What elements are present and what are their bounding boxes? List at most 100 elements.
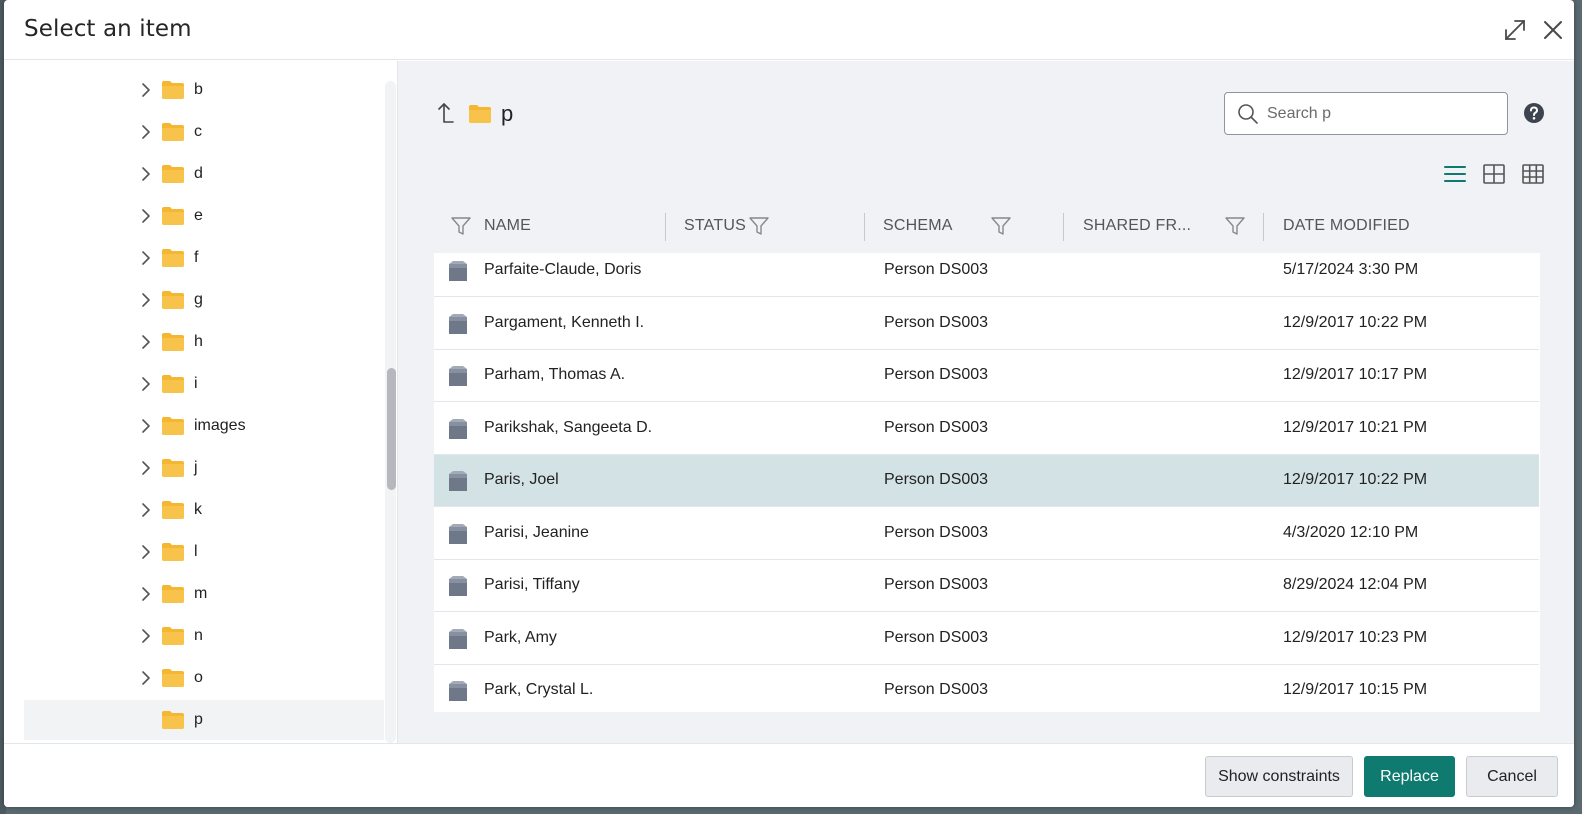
table-row[interactable]: Park, Crystal L. Person DS003 12/9/2017 10… (434, 665, 1539, 712)
tree-item-label: g (194, 291, 203, 308)
cell-schema: Person DS003 (884, 418, 989, 436)
column-header-schema[interactable]: SCHEMA (883, 205, 953, 247)
folder-icon (162, 459, 184, 477)
tree-item[interactable]: g (24, 280, 384, 320)
tree-item[interactable]: b (24, 70, 384, 110)
tree-item-label: b (194, 81, 203, 98)
dialog-title: Select an item (24, 16, 192, 42)
table-row[interactable]: Paris, Joel Person DS003 12/9/2017 10:22 P… (434, 455, 1539, 507)
chevron-right-icon[interactable] (138, 334, 154, 350)
column-header-shared-from[interactable]: SHARED FR... (1083, 205, 1191, 247)
search-box[interactable] (1224, 92, 1508, 135)
column-header-status[interactable]: STATUS (684, 205, 746, 247)
folder-icon (162, 669, 184, 687)
tree-item[interactable]: l (24, 532, 384, 572)
filter-icon[interactable] (990, 215, 1012, 237)
tree-item-label: e (194, 207, 203, 224)
item-icon (449, 261, 467, 281)
chevron-right-icon[interactable] (138, 208, 154, 224)
table-row[interactable]: Park, Amy Person DS003 12/9/2017 10:23 PM (434, 612, 1539, 665)
tree-item-label: n (194, 627, 203, 644)
chevron-right-icon[interactable] (138, 502, 154, 518)
chevron-right-icon[interactable] (138, 250, 154, 266)
search-input[interactable] (1267, 102, 1497, 126)
tree-item-label: d (194, 165, 203, 182)
chevron-right-icon[interactable] (138, 544, 154, 560)
tree-item[interactable]: e (24, 196, 384, 236)
cell-schema: Person DS003 (884, 681, 989, 698)
chevron-right-icon[interactable] (138, 670, 154, 686)
filter-icon[interactable] (450, 215, 472, 237)
cell-schema: Person DS003 (884, 576, 989, 593)
tree-item-label: i (194, 375, 198, 392)
tree-item[interactable]: m (24, 574, 384, 614)
cell-date-modified: 8/29/2024 12:04 PM (1283, 576, 1428, 593)
folder-icon (162, 165, 184, 183)
tile-view-icon[interactable] (1481, 161, 1507, 187)
table-row[interactable]: Pargament, Kenneth I. Person DS003 12/9/20… (434, 297, 1539, 350)
chevron-right-icon[interactable] (138, 586, 154, 602)
cell-name: Pargament, Kenneth I. (484, 313, 645, 331)
cell-date-modified: 12/9/2017 10:17 PM (1283, 366, 1428, 383)
cell-schema: Person DS003 (884, 313, 989, 331)
chevron-right-icon[interactable] (138, 292, 154, 308)
column-divider[interactable] (1063, 213, 1064, 241)
folder-icon (162, 207, 184, 225)
tree-item[interactable]: j (24, 448, 384, 488)
close-icon[interactable] (1540, 17, 1566, 43)
item-browser: p NAME STATUS (398, 61, 1574, 743)
folder-icon (162, 249, 184, 267)
column-divider[interactable] (665, 213, 666, 241)
chevron-right-icon[interactable] (138, 82, 154, 98)
filter-icon[interactable] (1224, 215, 1246, 237)
tree-item[interactable]: k (24, 490, 384, 530)
list-view-icon[interactable] (1442, 161, 1468, 187)
table-row[interactable]: Parisi, Tiffany Person DS003 8/29/2024 12:… (434, 560, 1539, 612)
tree-item[interactable]: n (24, 616, 384, 656)
help-icon[interactable] (1523, 102, 1545, 124)
select-item-dialog: Select an item b c d e f g h i images j k l m n o p (4, 0, 1574, 807)
column-header-name[interactable]: NAME (484, 205, 531, 247)
folder-icon (162, 543, 184, 561)
tree-item[interactable]: d (24, 154, 384, 194)
dialog-footer: Show constraints Replace Cancel (4, 743, 1574, 807)
expand-icon[interactable] (1502, 17, 1528, 43)
cell-name: Park, Amy (484, 628, 557, 646)
table-row[interactable]: Parikshak, Sangeeta D. Person DS003 12/9/2… (434, 402, 1539, 455)
table-row[interactable]: Parfaite-Claude, Doris Person DS003 5/17/2… (434, 253, 1539, 297)
tree-item-label: images (194, 417, 246, 434)
navigate-up-icon[interactable] (436, 101, 456, 127)
item-icon (449, 681, 467, 701)
column-divider[interactable] (864, 213, 865, 241)
tree-item[interactable]: p (24, 700, 384, 740)
cell-date-modified: 12/9/2017 10:22 PM (1283, 313, 1428, 331)
cancel-button[interactable]: Cancel (1466, 756, 1558, 797)
tree-item[interactable]: f (24, 238, 384, 278)
grid-view-icon[interactable] (1520, 161, 1546, 187)
item-icon (449, 576, 467, 596)
show-constraints-button[interactable]: Show constraints (1205, 756, 1353, 797)
chevron-right-icon[interactable] (138, 460, 154, 476)
item-icon (449, 366, 467, 386)
filter-icon[interactable] (748, 215, 770, 237)
folder-icon (469, 105, 491, 123)
chevron-right-icon[interactable] (138, 418, 154, 434)
column-divider[interactable] (1263, 213, 1264, 241)
cell-name: Paris, Joel (484, 471, 559, 488)
tree-item[interactable]: i (24, 364, 384, 404)
tree-item[interactable]: c (24, 112, 384, 152)
chevron-right-icon[interactable] (138, 124, 154, 140)
tree-scrollbar-thumb[interactable] (387, 368, 396, 490)
tree-item-label: k (194, 501, 202, 518)
table-row[interactable]: Parham, Thomas A. Person DS003 12/9/2017 1… (434, 350, 1539, 402)
cell-date-modified: 12/9/2017 10:22 PM (1283, 471, 1428, 488)
chevron-right-icon[interactable] (138, 166, 154, 182)
replace-button[interactable]: Replace (1364, 756, 1455, 797)
table-row[interactable]: Parisi, Jeanine Person DS003 4/3/2020 12:1… (434, 507, 1539, 560)
tree-item[interactable]: o (24, 658, 384, 698)
chevron-right-icon[interactable] (138, 376, 154, 392)
column-header-date-modified[interactable]: DATE MODIFIED (1283, 205, 1410, 247)
tree-item[interactable]: h (24, 322, 384, 362)
tree-item[interactable]: images (24, 406, 384, 446)
chevron-right-icon[interactable] (138, 628, 154, 644)
